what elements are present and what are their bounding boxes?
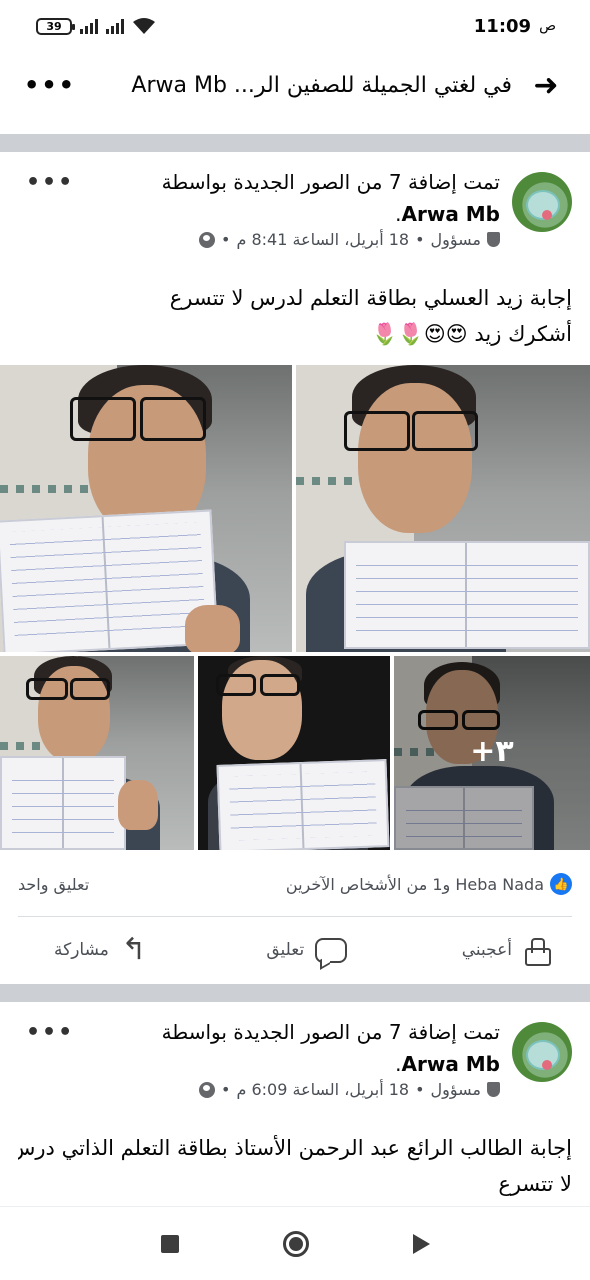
- post-photo-1[interactable]: [0, 365, 292, 652]
- admin-shield-icon: [487, 232, 500, 247]
- thumbs-up-icon: [522, 935, 552, 966]
- like-label: أعجبني: [461, 940, 512, 960]
- post-author[interactable]: Arwa Mb: [402, 1052, 501, 1076]
- share-button[interactable]: ↰ مشاركة: [54, 935, 149, 965]
- comment-label: تعليق: [266, 940, 305, 960]
- more-dots-icon[interactable]: •••: [24, 71, 76, 99]
- post-header: تمت إضافة 7 من الصور الجديدة بواسطة Arwa…: [18, 170, 572, 262]
- comment-bubble-icon: [314, 935, 348, 965]
- like-button[interactable]: أعجبني: [461, 935, 552, 966]
- comment-button[interactable]: تعليق: [266, 935, 348, 965]
- post-date[interactable]: 18 أبريل، الساعة 6:09 م: [236, 1080, 409, 1099]
- clock-ampm: ص: [539, 18, 556, 34]
- post-author[interactable]: Arwa Mb: [402, 202, 501, 226]
- battery-level: 39: [46, 19, 62, 33]
- like-reaction-icon: 👍: [550, 873, 572, 895]
- post-meta: مسؤول • 18 أبريل، الساعة 8:41 م •: [199, 230, 500, 249]
- section-separator: [0, 984, 590, 1002]
- recents-square-icon[interactable]: [160, 1234, 179, 1253]
- post-photo-3[interactable]: [0, 656, 194, 850]
- system-nav-bar: [0, 1206, 590, 1280]
- post-title: تمت إضافة 7 من الصور الجديدة بواسطة Arwa…: [100, 1016, 500, 1080]
- post-text-line: إجابة الطالب الرائع عبد الرحمن الأستاذ ب…: [18, 1136, 572, 1160]
- post-header: تمت إضافة 7 من الصور الجديدة بواسطة Arwa…: [18, 1020, 572, 1112]
- comments-count[interactable]: تعليق واحد: [18, 875, 89, 894]
- wifi-icon: [133, 18, 155, 34]
- avatar[interactable]: [512, 172, 572, 232]
- top-header: ➜ في لغتي الجميلة للصفين الر... Arwa Mb …: [0, 52, 590, 118]
- post-text: إجابة الطالب الرائع عبد الرحمن الأستاذ ب…: [18, 1130, 572, 1206]
- reactions-bar: تعليق واحد 👍 Heba Nada و1 من الأشخاص الآ…: [18, 870, 572, 898]
- post-photo-4[interactable]: [198, 656, 390, 850]
- post-text: إجابة زيد العسلي بطاقة التعلم لدرس لا تت…: [18, 280, 572, 352]
- clock-time: 11:09: [473, 15, 532, 37]
- post-role: مسؤول: [430, 230, 481, 249]
- home-circle-icon[interactable]: [282, 1230, 309, 1257]
- post-text-line: إجابة زيد العسلي بطاقة التعلم لدرس لا تت…: [169, 286, 572, 310]
- share-arrow-icon: ↰: [121, 932, 147, 967]
- reactions-summary[interactable]: 👍 Heba Nada و1 من الأشخاص الآخرين: [286, 873, 572, 895]
- page-title: في لغتي الجميلة للصفين الر... Arwa Mb: [131, 72, 512, 98]
- battery-icon: 39: [36, 17, 75, 35]
- back-arrow-icon[interactable]: ➜: [526, 68, 566, 103]
- post-meta: مسؤول • 18 أبريل، الساعة 6:09 م •: [199, 1080, 500, 1099]
- post-text-line: أشكرك زيد 😍😍🌷🌷: [371, 322, 572, 346]
- post-title-prefix: تمت إضافة 7 من الصور الجديدة بواسطة: [161, 1020, 500, 1044]
- post-photo-2[interactable]: [296, 365, 590, 652]
- share-label: مشاركة: [54, 940, 109, 960]
- reactions-names: Heba Nada و1 من الأشخاص الآخرين: [285, 874, 544, 894]
- status-bar: 39 11:09 ص: [0, 0, 590, 52]
- status-icons: 39: [36, 17, 156, 35]
- globe-icon: [199, 231, 216, 248]
- post-text-line: لا تتسرع: [498, 1172, 572, 1196]
- clock: 11:09 ص: [474, 16, 556, 37]
- globe-icon: [199, 1081, 216, 1098]
- back-triangle-icon[interactable]: [412, 1233, 430, 1254]
- post-actions: أعجبني تعليق ↰ مشاركة: [18, 920, 572, 980]
- signal-icon-2: [106, 18, 124, 34]
- post-role: مسؤول: [430, 1080, 481, 1099]
- avatar[interactable]: [512, 1022, 572, 1082]
- post-more-button[interactable]: •••: [26, 1020, 74, 1045]
- more-photos-count[interactable]: +٣: [394, 734, 590, 769]
- admin-shield-icon: [487, 1082, 500, 1097]
- signal-icon: [80, 18, 98, 34]
- post-more-button[interactable]: •••: [26, 170, 74, 195]
- post-title: تمت إضافة 7 من الصور الجديدة بواسطة Arwa…: [100, 166, 500, 230]
- divider: [18, 916, 572, 917]
- post-date[interactable]: 18 أبريل، الساعة 8:41 م: [236, 230, 409, 249]
- post-title-prefix: تمت إضافة 7 من الصور الجديدة بواسطة: [161, 170, 500, 194]
- section-separator: [0, 134, 590, 152]
- post-photo-5[interactable]: +٣: [394, 656, 590, 850]
